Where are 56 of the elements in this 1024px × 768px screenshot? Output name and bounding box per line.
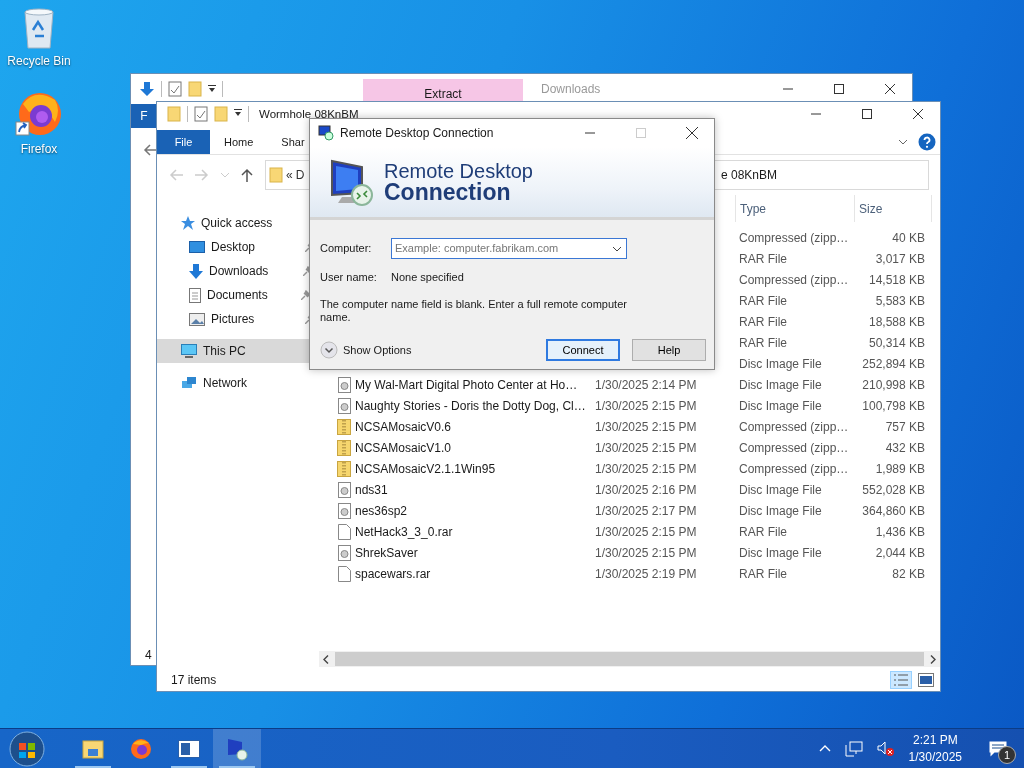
type-cell-text: Disc Image File xyxy=(739,503,823,518)
type-cell-text: Disc Image File xyxy=(739,398,823,413)
type-cell-text: Compressed (zipp… xyxy=(739,461,850,476)
type-cell-text: Compressed (zipp… xyxy=(739,272,850,287)
window-title: Downloads xyxy=(541,82,601,96)
banner-title: Connection xyxy=(384,180,511,204)
type-cell-text: Compressed (zipp… xyxy=(739,230,850,245)
type-cell-text: RAR File xyxy=(739,566,788,581)
type-cell-text: Compressed (zipp… xyxy=(739,419,850,434)
status-text: 4 xyxy=(145,648,152,662)
type-cell-text: RAR File xyxy=(739,335,788,350)
size-cell-text: 2,044 KB xyxy=(874,545,925,560)
size-cell-text: 100,798 KB xyxy=(861,398,925,413)
user-name-value: None specified xyxy=(391,271,464,283)
date-cell: 1/30/2025 2:15 PM xyxy=(595,419,697,434)
window-title: Wormhole 08KnBM xyxy=(259,107,359,120)
type-cell-text: Disc Image File xyxy=(739,356,823,371)
size-cell-text: 3,017 KB xyxy=(874,251,925,266)
size-cell-text: 1,436 KB xyxy=(874,524,925,539)
size-cell-text: 552,028 KB xyxy=(861,482,925,497)
type-cell-text: Disc Image File xyxy=(739,377,823,392)
banner-title: Remote Desktop xyxy=(384,160,533,181)
type-cell-text: Disc Image File xyxy=(739,482,823,497)
type-cell-text: Disc Image File xyxy=(739,545,823,560)
dialog-title: Remote Desktop Connection xyxy=(340,126,494,140)
size-cell-text: 1,989 KB xyxy=(874,461,925,476)
size-cell-text: 432 KB xyxy=(884,440,925,455)
type-cell-text: Compressed (zipp… xyxy=(739,440,850,455)
date-cell: 1/30/2025 2:15 PM xyxy=(595,398,697,413)
date-cell: 1/30/2025 2:15 PM xyxy=(595,461,697,476)
size-cell-text: 82 KB xyxy=(891,566,925,581)
date-cell: 1/30/2025 2:17 PM xyxy=(595,503,697,518)
type-cell-text: RAR File xyxy=(739,251,788,266)
date-cell: 1/30/2025 2:15 PM xyxy=(595,440,697,455)
date-cell: 1/30/2025 2:15 PM xyxy=(595,545,697,560)
size-cell-text: 252,894 KB xyxy=(861,356,925,371)
size-cell-text: 18,588 KB xyxy=(867,314,925,329)
size-cell-text: 5,583 KB xyxy=(874,293,925,308)
type-cell-text: RAR File xyxy=(739,293,788,308)
size-cell-text: 364,860 KB xyxy=(861,503,925,518)
size-cell-text: 757 KB xyxy=(884,419,925,434)
field-label: User name: xyxy=(320,271,378,283)
date-cell: 1/30/2025 2:16 PM xyxy=(595,482,697,497)
message-text: The computer name field is blank. Enter a full remote computer name. xyxy=(320,298,628,324)
size-cell-text: 40 KB xyxy=(891,230,925,245)
date-cell: 1/30/2025 2:19 PM xyxy=(595,566,697,581)
type-cell-text: RAR File xyxy=(739,524,788,539)
status-text: 17 items xyxy=(171,673,217,687)
field-label: Computer: xyxy=(320,242,373,254)
type-cell-text: RAR File xyxy=(739,314,788,329)
notification-badge: 1 xyxy=(998,745,1016,764)
date-cell: 1/30/2025 2:15 PM xyxy=(595,524,697,539)
size-cell-text: 14,518 KB xyxy=(867,272,925,287)
date-cell: 1/30/2025 2:14 PM xyxy=(595,377,697,392)
size-cell-text: 210,998 KB xyxy=(861,377,925,392)
size-cell-text: 50,314 KB xyxy=(867,335,925,350)
